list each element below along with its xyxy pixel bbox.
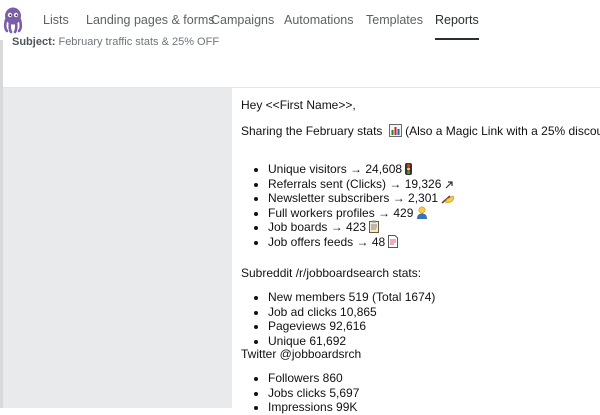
twitter-heading: Twitter @jobboardsrch [241,347,362,361]
stat-text: Full workers profiles → 429 [268,205,414,220]
person-icon [417,206,428,219]
email-subject: Subject: February traffic stats & 25% OF… [12,36,219,48]
page-icon [388,234,399,248]
nav-tab-landing-pages-forms[interactable]: Landing pages & forms [86,0,215,40]
email-preview: Hey <<First Name>>, Sharing the February… [232,88,600,414]
subject-bar: Subject: February traffic stats & 25% OF… [0,36,600,88]
list-item: Full workers profiles → 429 [268,206,455,221]
nav-tab-reports[interactable]: Reports [435,0,479,40]
list-item: Job ad clicks 10,865 [268,305,435,320]
preview-gray-panel [3,88,232,408]
email-greeting: Hey <<First Name>>, [241,98,356,112]
bar-chart-icon [388,124,402,137]
email-intro: Sharing the February stats (Also a Magic… [241,124,600,138]
arrow-up-right-icon [445,180,453,188]
intro-text: Sharing the February stats [241,124,383,138]
list-item: Newsletter subscribers → 2,301 [268,191,455,206]
stat-text: Newsletter subscribers → 2,301 [268,191,439,205]
stat-text: Job offers feeds → 48 [268,234,386,249]
list-item: Referrals sent (Clicks) → 19,326 [268,177,455,192]
subreddit-heading: Subreddit /r/jobboardsearch stats: [241,266,422,280]
list-item: Unique 61,692 [268,334,435,349]
stat-text: Unique visitors → 24,608 [268,162,403,176]
subject-value: February traffic stats & 25% OFF [58,36,220,48]
list-item: New members 519 (Total 1674) [268,290,435,305]
list-item: Job offers feeds → 48 [268,234,455,250]
subject-label: Subject: [12,36,56,48]
list-item: Job boards → 423 [268,220,455,235]
clipboard-icon [369,220,380,233]
stat-text: Referrals sent (Clicks) → 19,326 [268,176,442,191]
octopus-logo-icon[interactable] [2,6,24,34]
list-item: Pageviews 92,616 [268,319,435,334]
nav-tab-campaigns[interactable]: Campaigns [211,0,274,40]
nav-tab-lists[interactable]: Lists [43,0,69,40]
traffic-light-icon [405,163,413,175]
writing-hand-icon [441,195,454,204]
list-item: Unique visitors → 24,608 [268,162,455,177]
intro-suffix: (Also a Magic Link with a 25% discount) [405,124,600,138]
list-item: Impressions 99K [268,400,359,415]
nav-tab-templates[interactable]: Templates [366,0,423,40]
top-navigation: Lists Landing pages & forms Campaigns Au… [0,0,600,41]
list-item: Jobs clicks 5,697 [268,386,359,401]
nav-tab-automations[interactable]: Automations [284,0,353,40]
monthly-stats-list: Unique visitors → 24,608 Referrals sent … [254,162,455,249]
stat-text: Job boards → 423 [268,220,367,234]
subreddit-stats-list: New members 519 (Total 1674) Job ad clic… [254,290,435,348]
list-item: Followers 860 [268,371,359,386]
